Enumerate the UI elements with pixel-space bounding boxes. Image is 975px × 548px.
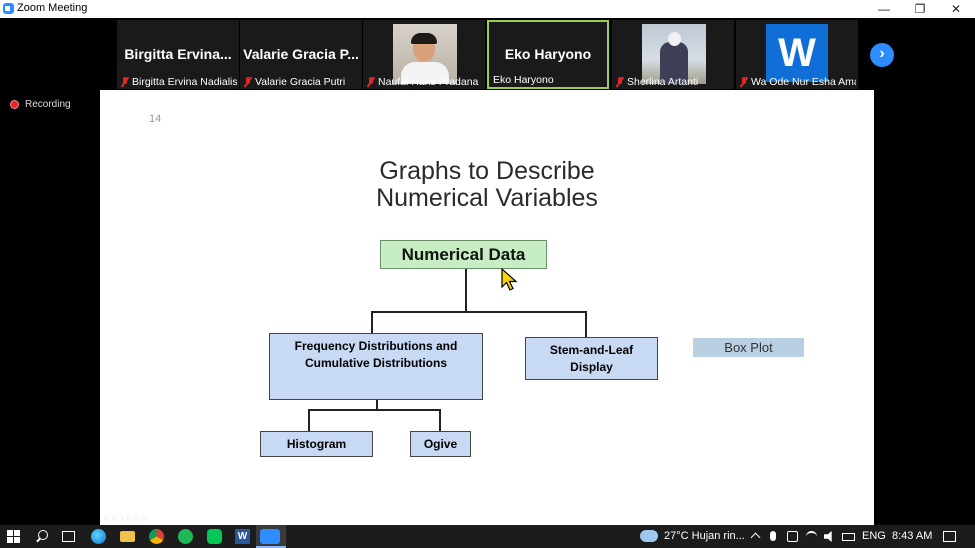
participant-strip: Birgitta Ervina... Birgitta Ervina Nadia…	[0, 18, 975, 90]
slide-title-line2: Numerical Variables	[376, 184, 598, 212]
slide-title-line1: Graphs to Describe	[379, 157, 595, 185]
participant-avatar: W	[766, 24, 828, 82]
shared-slide: 14 Graphs to Describe Numerical Variable…	[100, 90, 874, 525]
connector-line	[371, 311, 373, 333]
participant-tile[interactable]: Naufal Haris Pradana	[363, 20, 485, 89]
task-view-icon[interactable]	[62, 531, 75, 542]
stem-line2: Display	[570, 359, 613, 374]
file-explorer-icon[interactable]	[120, 531, 135, 542]
connector-line	[585, 311, 587, 337]
freq-line2: Cumulative Distributions	[304, 356, 447, 370]
search-icon[interactable]	[35, 529, 50, 544]
participant-name: Naufal Haris Pradana	[378, 76, 479, 88]
spotify-icon[interactable]	[178, 529, 193, 544]
camera-icon[interactable]	[787, 531, 798, 542]
connector-line	[308, 409, 440, 411]
participant-name: Valarie Gracia Putri	[255, 76, 346, 88]
participant-caption: Valarie Gracia Putri	[244, 76, 360, 88]
muted-mic-icon	[616, 77, 624, 87]
minimize-button[interactable]: —	[866, 0, 902, 18]
weather-text[interactable]: 27°C Hujan rin...	[664, 525, 745, 548]
participant-caption: Naufal Haris Pradana	[367, 76, 483, 88]
recording-indicator[interactable]: Recording	[10, 99, 71, 110]
wifi-icon[interactable]	[806, 531, 817, 542]
recording-label: Recording	[25, 99, 71, 110]
mouse-cursor-icon	[501, 268, 518, 291]
box-plot-node: Box Plot	[693, 338, 804, 357]
line-app-icon[interactable]	[207, 529, 222, 544]
participant-tile-active-speaker[interactable]: Eko Haryono Eko Haryono	[487, 20, 609, 89]
participant-name: Eko Haryono	[493, 74, 554, 86]
numerical-data-node: Numerical Data	[380, 240, 547, 269]
participant-caption: Sherlina Artanti	[616, 76, 732, 88]
close-button[interactable]: ✕	[938, 0, 974, 18]
muted-mic-icon	[740, 77, 748, 87]
participant-caption: Eko Haryono	[493, 74, 605, 86]
window-titlebar: Zoom Meeting — ❐ ✕	[0, 0, 975, 18]
connector-line	[371, 311, 586, 313]
microphone-icon[interactable]	[770, 531, 776, 541]
clock[interactable]: 8:43 AM	[892, 525, 932, 548]
histogram-node: Histogram	[260, 431, 373, 457]
participant-name: Sherlina Artanti	[627, 76, 699, 88]
participant-display-name: Valarie Gracia P...	[243, 46, 359, 62]
participant-tile[interactable]: Valarie Gracia P... Valarie Gracia Putri	[240, 20, 362, 89]
muted-mic-icon	[244, 77, 252, 87]
connector-line	[465, 269, 467, 312]
connector-line	[308, 409, 310, 431]
participant-caption: Wa Ode Nur Esha Ama...	[740, 76, 856, 88]
slide-annotation-toolbar[interactable]: ○○○○○○	[104, 513, 149, 523]
participant-tile[interactable]: Birgitta Ervina... Birgitta Ervina Nadia…	[117, 20, 239, 89]
stem-line1: Stem-and-Leaf	[549, 342, 634, 357]
stem-and-leaf-node: Stem-and-Leaf Display	[525, 337, 658, 380]
frequency-distributions-node: Frequency Distributions and Cumulative D…	[269, 333, 483, 400]
zoom-app-icon[interactable]	[260, 529, 280, 544]
connector-line	[439, 409, 441, 431]
participant-name: Birgitta Ervina Nadialis...	[132, 76, 237, 88]
windows-taskbar: W 27°C Hujan rin... ENG 8:43 AM	[0, 525, 975, 548]
muted-mic-icon	[121, 77, 129, 87]
next-page-button[interactable]: ›	[870, 43, 894, 67]
participant-name: Wa Ode Nur Esha Ama...	[751, 76, 856, 88]
chevron-right-icon: ›	[879, 45, 885, 62]
zoom-logo-icon	[3, 3, 14, 14]
battery-icon[interactable]	[842, 533, 855, 541]
slide-page-number: 14	[149, 113, 162, 125]
participant-tile[interactable]: W Wa Ode Nur Esha Ama...	[736, 20, 858, 89]
participant-tile[interactable]: Sherlina Artanti	[612, 20, 734, 89]
participant-display-name: Eko Haryono	[504, 46, 592, 62]
participant-video	[393, 24, 457, 84]
ogive-node: Ogive	[410, 431, 471, 457]
restore-button[interactable]: ❐	[902, 0, 938, 18]
chevron-up-icon[interactable]	[750, 532, 761, 543]
muted-mic-icon	[367, 77, 375, 87]
word-icon[interactable]: W	[235, 529, 250, 544]
windows-start-icon[interactable]	[7, 529, 22, 544]
cloud-weather-icon[interactable]	[640, 530, 658, 542]
notification-icon[interactable]	[943, 531, 956, 542]
chrome-icon[interactable]	[149, 529, 164, 544]
freq-line1: Frequency Distributions and	[294, 339, 458, 353]
participant-video	[642, 24, 706, 84]
volume-icon[interactable]	[824, 531, 832, 542]
language-indicator[interactable]: ENG	[862, 525, 886, 548]
participant-display-name: Birgitta Ervina...	[124, 46, 232, 62]
edge-browser-icon[interactable]	[91, 529, 106, 544]
participant-caption: Birgitta Ervina Nadialis...	[121, 76, 237, 88]
record-icon	[10, 100, 19, 109]
window-title: Zoom Meeting	[17, 2, 88, 14]
